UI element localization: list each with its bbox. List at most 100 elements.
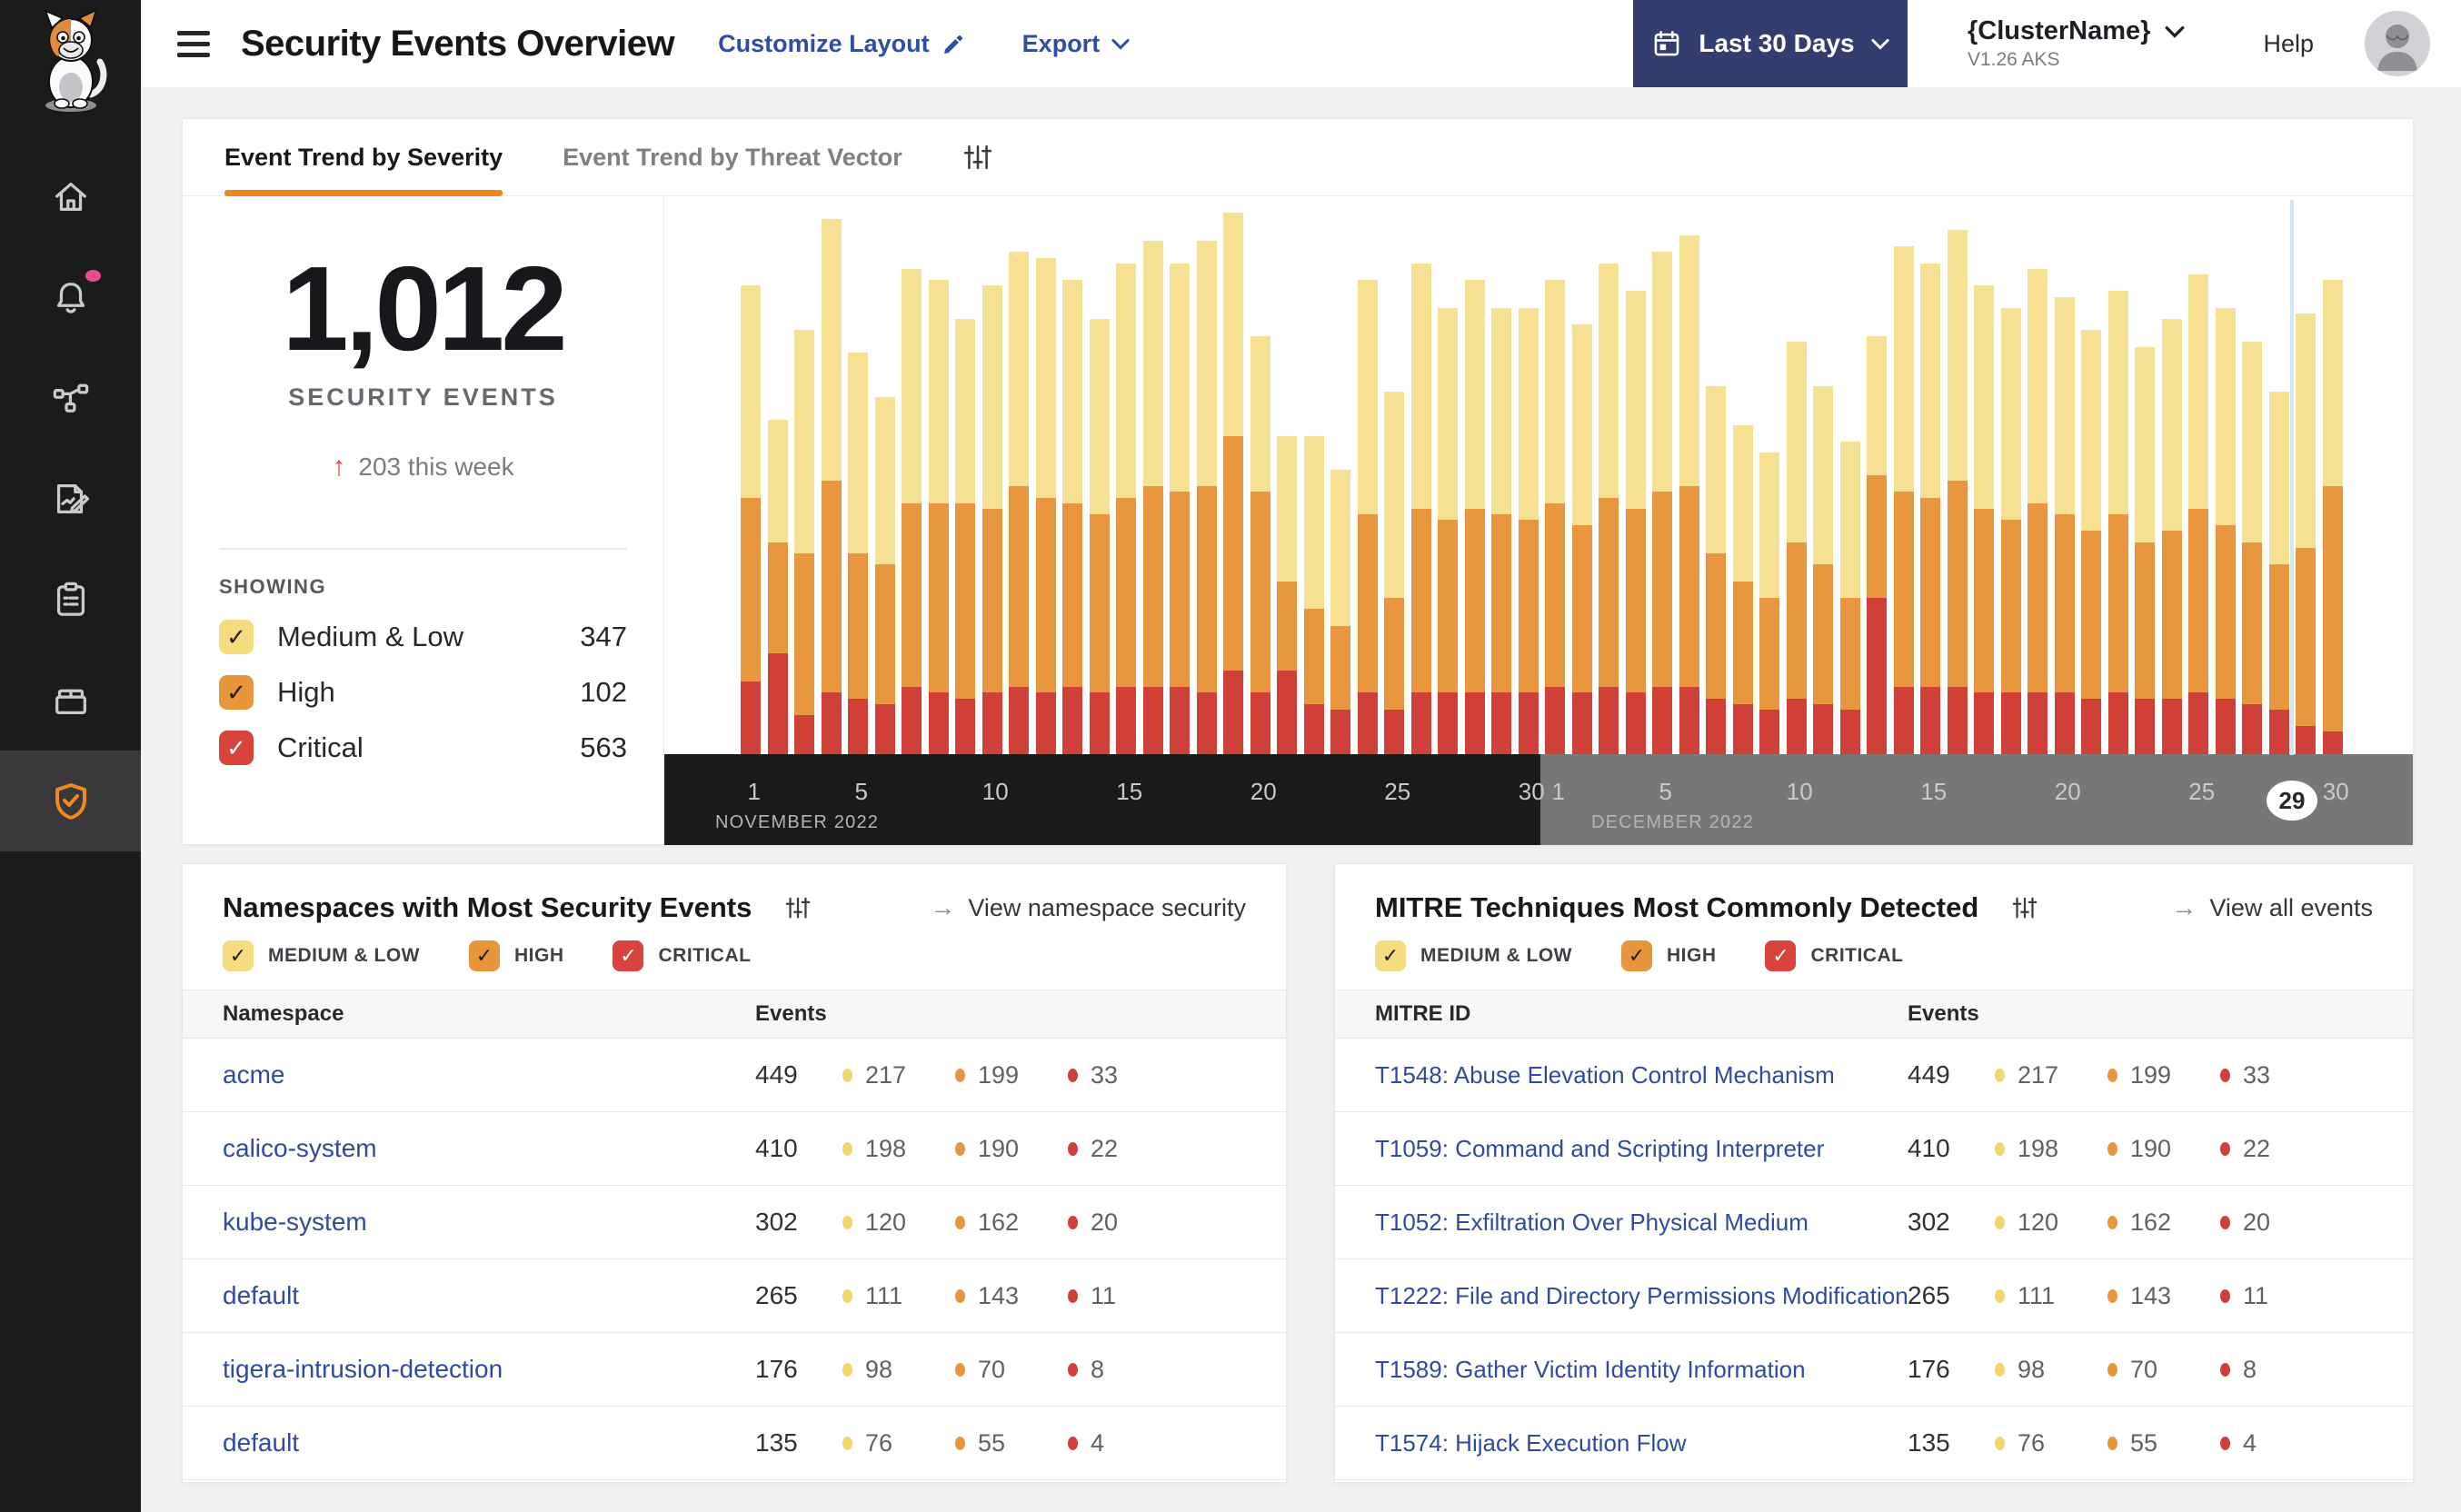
medium_low-segment bbox=[1545, 280, 1565, 503]
security-events-summary: 1,012 SECURITY EVENTS ↑ 203 this week SH… bbox=[183, 196, 664, 845]
high-checkbox[interactable]: ✓ bbox=[468, 940, 500, 971]
critical-segment bbox=[955, 698, 975, 754]
tab-event-trend-by-severity[interactable]: Event Trend by Severity bbox=[224, 119, 503, 196]
high-segment bbox=[1571, 525, 1592, 693]
medium_low-checkbox[interactable]: ✓ bbox=[219, 620, 254, 654]
row-name-link[interactable]: calico-system bbox=[223, 1134, 755, 1163]
topbar: Security Events Overview Customize Layou… bbox=[141, 0, 2461, 87]
table-header-row: Namespace Events bbox=[183, 990, 1286, 1039]
medium_low-segment bbox=[1974, 285, 1994, 509]
menu-button[interactable] bbox=[172, 25, 215, 63]
stacked-bar-day-nov-14 bbox=[1089, 319, 1110, 754]
row-name-link[interactable]: kube-system bbox=[223, 1208, 755, 1237]
stacked-bar-day-dec-24 bbox=[2161, 319, 2182, 754]
critical-count: 33 bbox=[1091, 1060, 1119, 1089]
stacked-bar-day-nov-20 bbox=[1250, 335, 1270, 754]
help-link[interactable]: Help bbox=[2263, 30, 2314, 58]
high-count: 199 bbox=[2130, 1060, 2172, 1089]
medium_low-count-group: 217 bbox=[842, 1061, 955, 1089]
critical-segment bbox=[1839, 709, 1860, 754]
service-graph-icon bbox=[53, 383, 88, 413]
medium_low-count-group: 76 bbox=[842, 1429, 955, 1457]
critical-dot-icon bbox=[1068, 1068, 1078, 1082]
medium_low-count-group: 76 bbox=[1995, 1429, 2107, 1457]
row-name-link[interactable]: default bbox=[223, 1281, 755, 1310]
export-button[interactable]: Export bbox=[1022, 30, 1131, 58]
medium_low-count-group: 111 bbox=[1995, 1282, 2107, 1310]
high-dot-icon bbox=[955, 1215, 965, 1229]
high-dot-icon bbox=[2107, 1362, 2117, 1377]
high-segment bbox=[1196, 486, 1217, 693]
sidebar-item-service-graph[interactable] bbox=[0, 347, 141, 448]
stacked-bar-day-nov-3 bbox=[794, 330, 814, 754]
high-segment bbox=[928, 502, 949, 693]
row-name-link[interactable]: tigera-intrusion-detection bbox=[223, 1355, 755, 1384]
stacked-bar-day-nov-19 bbox=[1223, 213, 1243, 754]
customize-layout-link[interactable]: Customize Layout bbox=[718, 30, 966, 58]
high-segment bbox=[1974, 508, 1994, 693]
high-dot-icon bbox=[955, 1141, 965, 1156]
high-segment bbox=[2135, 542, 2155, 699]
medium_low-segment bbox=[1732, 424, 1753, 582]
row-name-link[interactable]: T1222: File and Directory Permissions Mo… bbox=[1375, 1282, 1908, 1310]
high-segment bbox=[1330, 625, 1350, 710]
critical-checkbox[interactable]: ✓ bbox=[1765, 940, 1797, 971]
row-name-link[interactable]: T1059: Command and Scripting Interpreter bbox=[1375, 1135, 1908, 1163]
row-name-link[interactable]: default bbox=[223, 1428, 755, 1457]
critical-count-group: 4 bbox=[1068, 1429, 1286, 1457]
view-all-events-link[interactable]: → View all events bbox=[2171, 893, 2373, 922]
critical-segment bbox=[1277, 670, 1297, 754]
critical-checkbox[interactable]: ✓ bbox=[613, 940, 644, 971]
view-namespace-security-link[interactable]: → View namespace security bbox=[930, 893, 1246, 922]
high-checkbox[interactable]: ✓ bbox=[1620, 940, 1652, 971]
medium_low-checkbox[interactable]: ✓ bbox=[1375, 940, 1406, 971]
tab-event-trend-by-threat-vector[interactable]: Event Trend by Threat Vector bbox=[563, 119, 902, 195]
medium_low-dot-icon bbox=[842, 1288, 852, 1303]
row-name-link[interactable]: T1548: Abuse Elevation Control Mechanism bbox=[1375, 1061, 1908, 1089]
date-range-button[interactable]: Last 30 Days bbox=[1632, 0, 1908, 87]
critical-segment bbox=[1599, 687, 1619, 754]
medium_low-count: 198 bbox=[865, 1134, 907, 1162]
high-segment bbox=[902, 502, 922, 688]
row-name-link[interactable]: T1052: Exfiltration Over Physical Medium bbox=[1375, 1209, 1908, 1237]
calico-cat-logo[interactable] bbox=[27, 5, 115, 116]
namespaces-settings-sliders-icon[interactable] bbox=[784, 894, 812, 921]
table-row: T1574: Hijack Execution Flow 135 76 55 4 bbox=[1335, 1407, 2413, 1480]
critical-checkbox[interactable]: ✓ bbox=[219, 731, 254, 765]
critical-count: 4 bbox=[1091, 1428, 1105, 1457]
medium_low-segment bbox=[1679, 235, 1699, 487]
mitre-panel-title: MITRE Techniques Most Commonly Detected bbox=[1375, 891, 1979, 923]
sidebar-item-workloads[interactable] bbox=[0, 650, 141, 751]
medium_low-segment bbox=[1410, 263, 1431, 509]
medium_low-segment bbox=[2268, 391, 2289, 565]
high-segment bbox=[1599, 497, 1619, 688]
stacked-bar-day-dec-17 bbox=[1974, 285, 1994, 754]
medium_low-dot-icon bbox=[1995, 1215, 2005, 1229]
sidebar-item-reports[interactable] bbox=[0, 448, 141, 549]
critical-segment bbox=[2296, 726, 2316, 754]
cluster-selector[interactable]: {ClusterName} V1.26 AKS bbox=[1968, 16, 2185, 71]
stacked-bar-day-nov-27 bbox=[1438, 307, 1458, 754]
high-dot-icon bbox=[2107, 1288, 2117, 1303]
high-checkbox[interactable]: ✓ bbox=[219, 675, 254, 710]
trend-settings-sliders-icon[interactable] bbox=[962, 142, 993, 173]
row-name-link[interactable]: acme bbox=[223, 1060, 755, 1089]
sidebar-item-alerts[interactable] bbox=[0, 246, 141, 347]
row-name-link[interactable]: T1574: Hijack Execution Flow bbox=[1375, 1429, 1908, 1457]
sidebar-item-threat-defense[interactable] bbox=[0, 751, 141, 851]
medium_low-checkbox[interactable]: ✓ bbox=[223, 940, 254, 971]
stacked-bar-day-dec-5 bbox=[1652, 252, 1672, 754]
filter-chip-critical: ✓ CRITICAL bbox=[1765, 940, 1903, 971]
table-row: T1059: Command and Scripting Interpreter… bbox=[1335, 1112, 2413, 1186]
mitre-settings-sliders-icon[interactable] bbox=[2011, 894, 2038, 921]
weekly-delta: ↑ 203 this week bbox=[219, 452, 627, 482]
high-segment bbox=[2107, 514, 2128, 693]
critical-segment bbox=[1410, 692, 1431, 754]
user-avatar[interactable] bbox=[2365, 11, 2430, 76]
sidebar-item-compliance[interactable] bbox=[0, 549, 141, 650]
medium_low-segment bbox=[1839, 442, 1860, 599]
row-name-link[interactable]: T1589: Gather Victim Identity Informatio… bbox=[1375, 1356, 1908, 1384]
stacked-bar-day-nov-2 bbox=[767, 419, 788, 754]
sidebar-item-home[interactable] bbox=[0, 145, 141, 246]
medium_low-segment bbox=[1035, 257, 1056, 498]
